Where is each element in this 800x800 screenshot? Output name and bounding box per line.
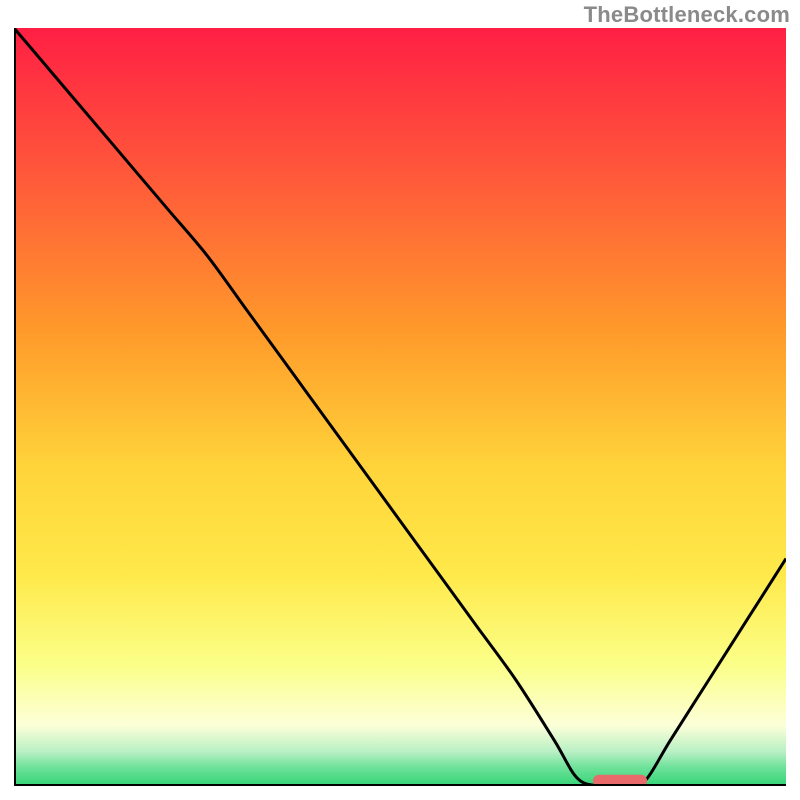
gradient-rect xyxy=(14,28,786,786)
watermark-label: TheBottleneck.com xyxy=(584,2,790,28)
chart-svg xyxy=(14,28,786,786)
plot-area xyxy=(14,28,786,786)
chart-container: TheBottleneck.com xyxy=(0,0,800,800)
